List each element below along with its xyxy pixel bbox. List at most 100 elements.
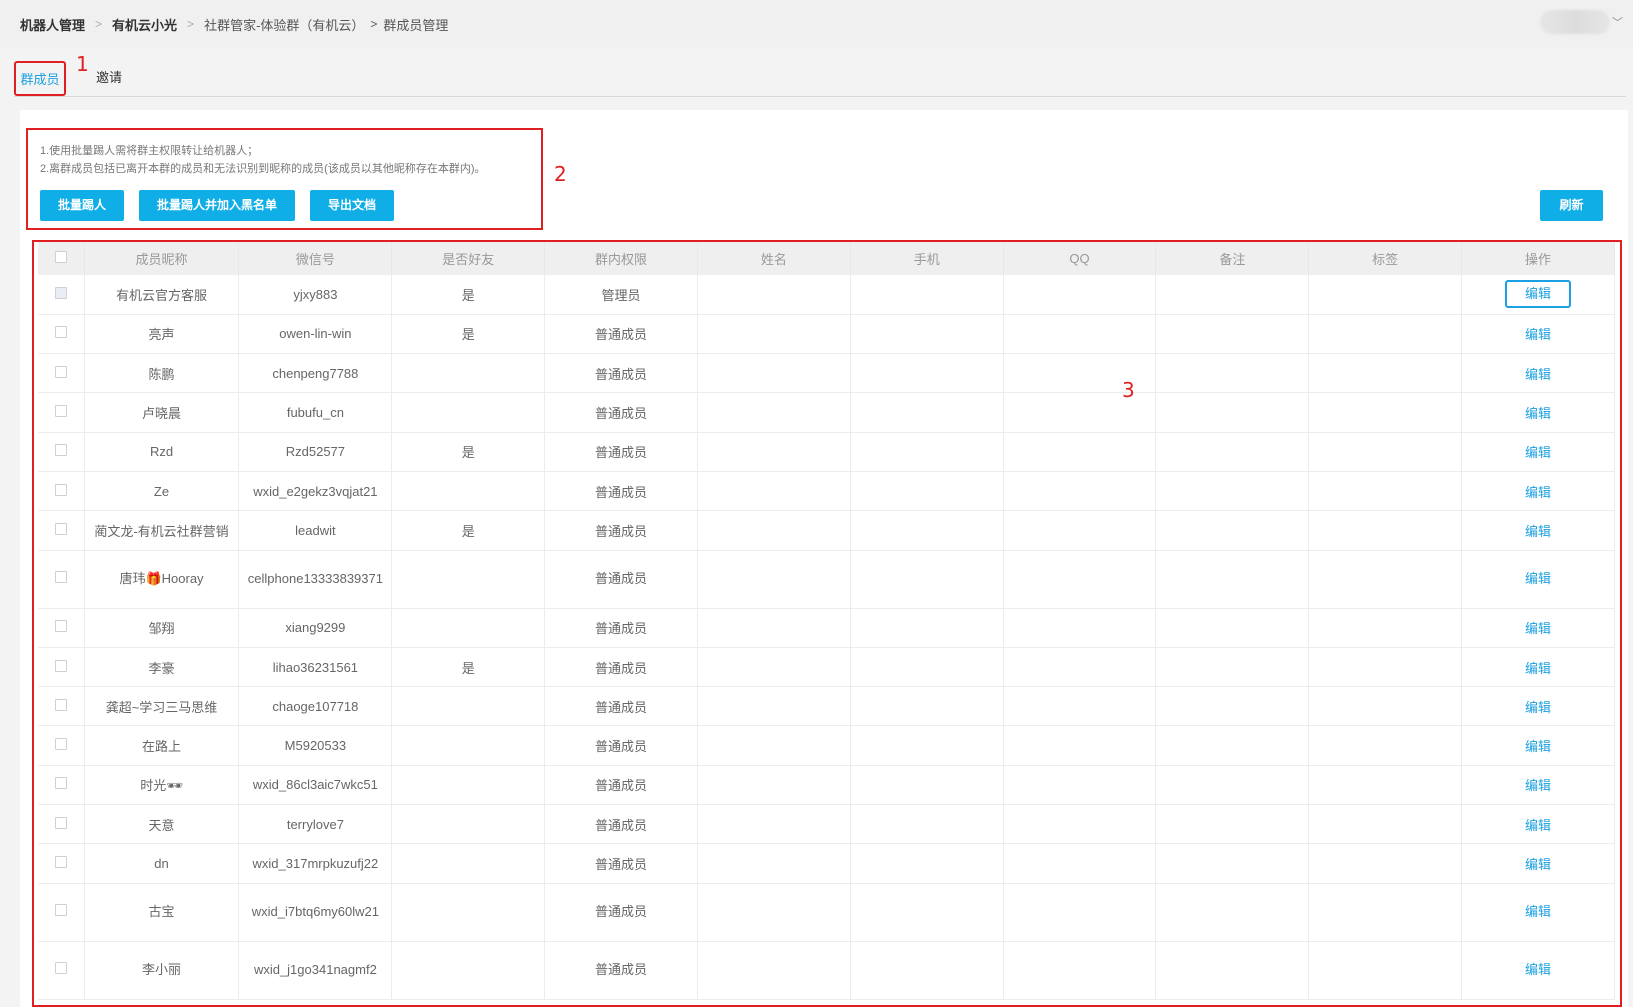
row-checkbox[interactable] xyxy=(54,365,67,378)
group-role-cell: 普通成员 xyxy=(544,432,698,472)
is-friend-cell xyxy=(391,686,546,727)
name-cell xyxy=(697,647,851,688)
phone-cell xyxy=(850,883,1004,942)
refresh-button[interactable]: 刷新 xyxy=(1540,190,1603,221)
row-checkbox[interactable] xyxy=(54,444,67,457)
remark-cell xyxy=(1155,392,1310,433)
edit-button[interactable]: 编辑 xyxy=(1525,445,1551,460)
row-select-cell xyxy=(38,843,85,884)
row-checkbox[interactable] xyxy=(54,522,67,535)
tag-cell xyxy=(1308,550,1463,609)
export-document-button[interactable]: 导出文档 xyxy=(310,190,395,221)
tab-invite[interactable]: 邀请 xyxy=(88,61,130,96)
qq-cell xyxy=(1003,471,1157,512)
chevron-down-icon[interactable]: ﹀ xyxy=(1612,14,1623,30)
action-cell: 编辑 xyxy=(1461,647,1615,688)
row-checkbox[interactable] xyxy=(54,483,67,496)
edit-button[interactable]: 编辑 xyxy=(1525,904,1551,919)
name-cell xyxy=(697,765,851,806)
group-role-cell: 普通成员 xyxy=(544,353,698,394)
column-header[interactable]: 姓名 xyxy=(697,242,851,275)
row-checkbox[interactable] xyxy=(54,571,67,584)
wechat-id-cell: owen-lin-win xyxy=(238,314,393,355)
column-header[interactable]: 标签 xyxy=(1308,242,1463,275)
edit-button[interactable]: 编辑 xyxy=(1525,857,1551,872)
remark-cell xyxy=(1155,941,1310,1000)
table-row: 古宝 wxid_i7btq6my60lw21 普通成员 编辑 xyxy=(38,883,1615,942)
row-select-cell xyxy=(38,804,85,845)
row-checkbox[interactable] xyxy=(54,962,67,975)
edit-button[interactable]: 编辑 xyxy=(1525,621,1551,636)
name-cell xyxy=(697,686,851,727)
nickname-cell: 有机云官方客服 xyxy=(84,275,240,315)
tag-cell xyxy=(1308,686,1463,727)
annotation-marker-1: 1 xyxy=(76,52,89,76)
wechat-id-cell: chaoge107718 xyxy=(238,686,393,727)
edit-button[interactable]: 编辑 xyxy=(1525,818,1551,833)
column-header[interactable]: 手机 xyxy=(850,242,1004,275)
breadcrumb-robot-management[interactable]: 机器人管理 xyxy=(20,15,85,34)
breadcrumb-robot-name[interactable]: 有机云小光 xyxy=(112,15,177,34)
row-checkbox[interactable] xyxy=(54,816,67,829)
breadcrumb-group-name[interactable]: 社群管家-体验群（有机云） xyxy=(204,15,364,34)
row-select-cell xyxy=(38,883,85,942)
action-cell: 编辑 xyxy=(1461,765,1615,806)
edit-button[interactable]: 编辑 xyxy=(1525,485,1551,500)
row-checkbox[interactable] xyxy=(54,904,67,917)
edit-button[interactable]: 编辑 xyxy=(1525,406,1551,421)
row-checkbox[interactable] xyxy=(54,698,67,711)
action-cell: 编辑 xyxy=(1461,432,1615,472)
row-checkbox[interactable] xyxy=(54,620,67,633)
wechat-id-cell: fubufu_cn xyxy=(238,392,393,433)
batch-kick-blacklist-button[interactable]: 批量踢人并加入黑名单 xyxy=(139,190,296,221)
row-checkbox[interactable] xyxy=(54,856,67,868)
breadcrumb-current-page: 群成员管理 xyxy=(383,17,449,33)
edit-button[interactable]: 编辑 xyxy=(1525,524,1551,539)
column-header[interactable]: QQ xyxy=(1003,242,1157,275)
user-menu[interactable]: ﹀ xyxy=(1540,10,1623,34)
group-role-cell: 普通成员 xyxy=(544,941,698,1000)
edit-button[interactable]: 编辑 xyxy=(1505,280,1572,309)
qq-cell xyxy=(1003,432,1157,472)
column-header[interactable]: 备注 xyxy=(1155,242,1310,275)
row-select-cell xyxy=(38,432,85,472)
batch-kick-button[interactable]: 批量踢人 xyxy=(40,190,125,221)
edit-button[interactable]: 编辑 xyxy=(1525,367,1551,382)
column-header[interactable]: 是否好友 xyxy=(391,242,546,275)
column-header[interactable]: 成员昵称 xyxy=(84,242,240,275)
table-row: Ze wxid_e2gekz3vqjat21 普通成员 编辑 xyxy=(38,471,1615,512)
action-cell: 编辑 xyxy=(1461,725,1615,766)
table-row: 陈鹏 chenpeng7788 普通成员 编辑 xyxy=(38,353,1615,394)
row-checkbox[interactable] xyxy=(54,777,67,790)
name-cell xyxy=(697,883,851,942)
row-checkbox[interactable] xyxy=(54,405,67,418)
row-checkbox[interactable] xyxy=(54,738,67,751)
table-row: 时光🕶 wxid_86cl3aic7wkc51 普通成员 编辑 xyxy=(38,765,1615,806)
select-all-checkbox[interactable] xyxy=(54,251,67,263)
tab-group-members[interactable]: 群成员 xyxy=(14,61,66,96)
table-row: 李小丽 wxid_j1go341nagmf2 普通成员 编辑 xyxy=(38,941,1615,1000)
avatar[interactable] xyxy=(1540,10,1610,34)
column-header[interactable]: 微信号 xyxy=(238,242,393,275)
phone-cell xyxy=(850,765,1004,806)
edit-button[interactable]: 编辑 xyxy=(1525,327,1551,342)
row-checkbox[interactable] xyxy=(54,326,67,339)
wechat-id-cell: terrylove7 xyxy=(238,804,393,845)
phone-cell xyxy=(850,941,1004,1000)
edit-button[interactable]: 编辑 xyxy=(1525,571,1551,586)
edit-button[interactable]: 编辑 xyxy=(1525,661,1551,676)
edit-button[interactable]: 编辑 xyxy=(1525,962,1551,977)
action-cell: 编辑 xyxy=(1461,843,1615,884)
row-checkbox[interactable] xyxy=(54,286,67,299)
table-row: 龚超~学习三马思维 chaoge107718 普通成员 编辑 xyxy=(38,686,1615,727)
edit-button[interactable]: 编辑 xyxy=(1525,778,1551,793)
edit-button[interactable]: 编辑 xyxy=(1525,700,1551,715)
group-role-cell: 普通成员 xyxy=(544,686,698,727)
row-checkbox[interactable] xyxy=(54,659,67,672)
column-header[interactable]: 群内权限 xyxy=(544,242,698,275)
remark-cell xyxy=(1155,725,1310,766)
qq-cell xyxy=(1003,275,1157,315)
table-row: 唐玮🎁Hooray cellphone13333839371 普通成员 编辑 xyxy=(38,550,1615,609)
row-select-cell xyxy=(38,941,85,1000)
edit-button[interactable]: 编辑 xyxy=(1525,739,1551,754)
